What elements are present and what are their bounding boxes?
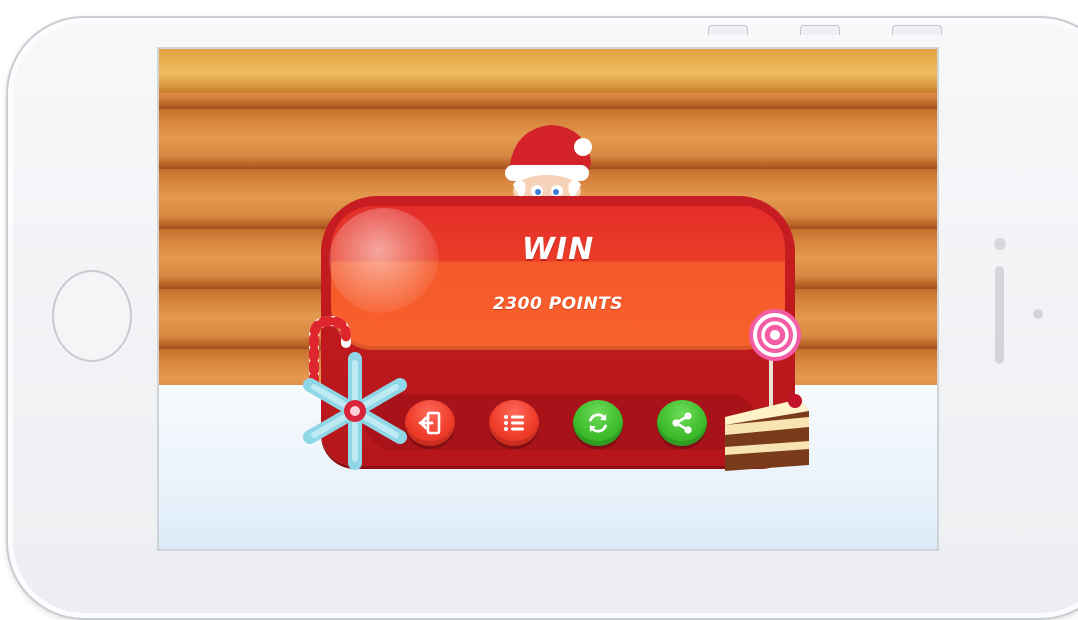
share-button[interactable] xyxy=(657,400,707,446)
share-icon xyxy=(672,412,692,434)
cake-with-lollipop xyxy=(725,309,809,471)
phone-side-button xyxy=(708,25,748,35)
phone-speaker xyxy=(995,266,1004,364)
menu-list-button[interactable] xyxy=(489,400,539,446)
phone-home-button[interactable] xyxy=(52,270,132,362)
snowflake xyxy=(303,352,407,470)
restart-button[interactable] xyxy=(573,400,623,446)
list-icon xyxy=(504,415,524,431)
phone-side-button xyxy=(892,25,942,35)
exit-icon xyxy=(418,411,441,435)
phone-camera xyxy=(994,238,1006,250)
game-screen: WIN 2300 POINTS xyxy=(157,47,939,551)
phone-sensor xyxy=(1033,309,1043,319)
result-title: WIN xyxy=(521,232,595,267)
santa-character xyxy=(505,125,592,201)
refresh-icon xyxy=(589,413,607,433)
cabin-ceiling xyxy=(159,49,937,93)
phone-side-button xyxy=(800,25,840,35)
